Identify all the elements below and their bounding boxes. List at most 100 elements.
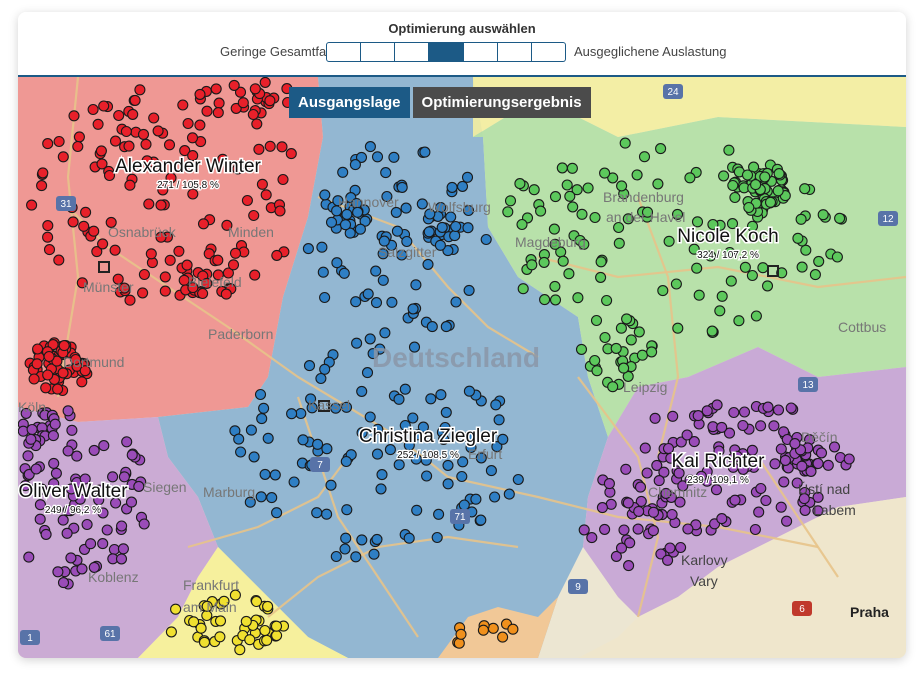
customer-dot[interactable] (249, 269, 261, 281)
customer-dot[interactable] (800, 244, 812, 256)
customer-dot[interactable] (761, 280, 774, 292)
customer-dot[interactable] (98, 100, 110, 112)
customer-dot[interactable] (599, 167, 611, 179)
customer-dot[interactable] (632, 523, 644, 535)
customer-dot[interactable] (129, 94, 141, 106)
customer-dot[interactable] (549, 191, 562, 203)
customer-dot[interactable] (58, 340, 70, 352)
customer-dot[interactable] (599, 523, 611, 535)
customer-dot[interactable] (789, 438, 801, 450)
customer-dot[interactable] (88, 225, 100, 237)
customer-dot[interactable] (815, 447, 828, 459)
customer-dot[interactable] (480, 233, 492, 246)
customer-dot[interactable] (749, 523, 761, 536)
customer-dot[interactable] (407, 412, 419, 424)
customer-dot[interactable] (78, 220, 90, 232)
customer-dot[interactable] (411, 504, 423, 516)
customer-dot[interactable] (285, 148, 297, 160)
customer-dot[interactable] (693, 289, 705, 301)
customer-dot[interactable] (213, 97, 225, 109)
customer-dot[interactable] (25, 433, 37, 445)
customer-dot[interactable] (400, 202, 412, 214)
customer-dot[interactable] (434, 239, 446, 251)
customer-dot[interactable] (76, 376, 88, 388)
customer-dot[interactable] (266, 492, 278, 504)
customer-dot[interactable] (655, 143, 667, 155)
customer-dot[interactable] (388, 151, 400, 163)
customer-dot[interactable] (337, 166, 349, 178)
customer-dot[interactable] (170, 603, 182, 615)
customer-dot[interactable] (68, 110, 80, 122)
customer-dot[interactable] (28, 373, 40, 385)
customer-dot[interactable] (778, 476, 790, 488)
customer-dot[interactable] (87, 103, 99, 116)
customer-dot[interactable] (164, 254, 176, 266)
customer-dot[interactable] (137, 128, 150, 140)
customer-dot[interactable] (750, 310, 762, 322)
customer-dot[interactable] (234, 644, 246, 656)
customer-dot[interactable] (274, 205, 286, 217)
customer-dot[interactable] (98, 440, 110, 452)
customer-dot[interactable] (319, 291, 331, 304)
customer-dot[interactable] (181, 259, 193, 271)
customer-dot[interactable] (714, 305, 726, 317)
customer-dot[interactable] (155, 199, 167, 211)
customer-dot[interactable] (235, 446, 247, 458)
customer-dot[interactable] (370, 265, 382, 277)
customer-dot[interactable] (528, 184, 540, 196)
customer-dot[interactable] (769, 458, 781, 470)
customer-dot[interactable] (485, 465, 497, 477)
customer-dot[interactable] (557, 255, 569, 267)
customer-dot[interactable] (67, 216, 79, 228)
customer-dot[interactable] (799, 183, 811, 195)
customer-dot[interactable] (813, 255, 825, 267)
customer-dot[interactable] (85, 538, 97, 550)
customer-dot[interactable] (26, 199, 38, 211)
customer-dot[interactable] (738, 406, 751, 418)
customer-dot[interactable] (109, 244, 121, 256)
customer-dot[interactable] (134, 84, 146, 96)
customer-dot[interactable] (805, 465, 817, 477)
customer-dot[interactable] (295, 407, 307, 420)
customer-dot[interactable] (634, 481, 647, 493)
customer-dot[interactable] (80, 206, 92, 218)
customer-dot[interactable] (23, 551, 35, 563)
customer-dot[interactable] (18, 425, 29, 437)
customer-dot[interactable] (764, 196, 777, 208)
customer-dot[interactable] (214, 631, 226, 643)
customer-dot[interactable] (148, 112, 160, 124)
customer-dot[interactable] (641, 467, 653, 479)
customer-dot[interactable] (380, 167, 392, 179)
customer-dot[interactable] (57, 151, 69, 163)
customer-dot[interactable] (261, 634, 273, 646)
customer-dot[interactable] (251, 118, 263, 130)
customer-dot[interactable] (350, 551, 362, 563)
customer-dot[interactable] (646, 346, 658, 358)
customer-dot[interactable] (201, 105, 213, 117)
customer-dot[interactable] (259, 77, 271, 88)
customer-dot[interactable] (567, 201, 579, 213)
customer-dot[interactable] (757, 262, 769, 274)
customer-dot[interactable] (657, 285, 669, 297)
customer-dot[interactable] (772, 185, 784, 197)
customer-dot[interactable] (52, 566, 64, 578)
customer-dot[interactable] (262, 600, 274, 612)
customer-dot[interactable] (575, 343, 588, 355)
customer-dot[interactable] (73, 131, 85, 143)
customer-dot[interactable] (71, 450, 83, 462)
customer-dot[interactable] (566, 162, 578, 174)
customer-dot[interactable] (72, 140, 84, 153)
customer-dot[interactable] (375, 483, 387, 495)
customer-dot[interactable] (421, 470, 433, 482)
customer-dot[interactable] (538, 256, 550, 268)
customer-dot[interactable] (350, 296, 362, 308)
customer-dot[interactable] (186, 132, 199, 144)
customer-dot[interactable] (62, 405, 74, 417)
customer-dot[interactable] (331, 257, 343, 269)
customer-dot[interactable] (379, 327, 391, 339)
customer-dot[interactable] (173, 245, 185, 257)
customer-dot[interactable] (831, 251, 843, 263)
customer-dot[interactable] (97, 538, 109, 550)
customer-dot[interactable] (315, 372, 327, 385)
customer-dot[interactable] (371, 151, 384, 163)
